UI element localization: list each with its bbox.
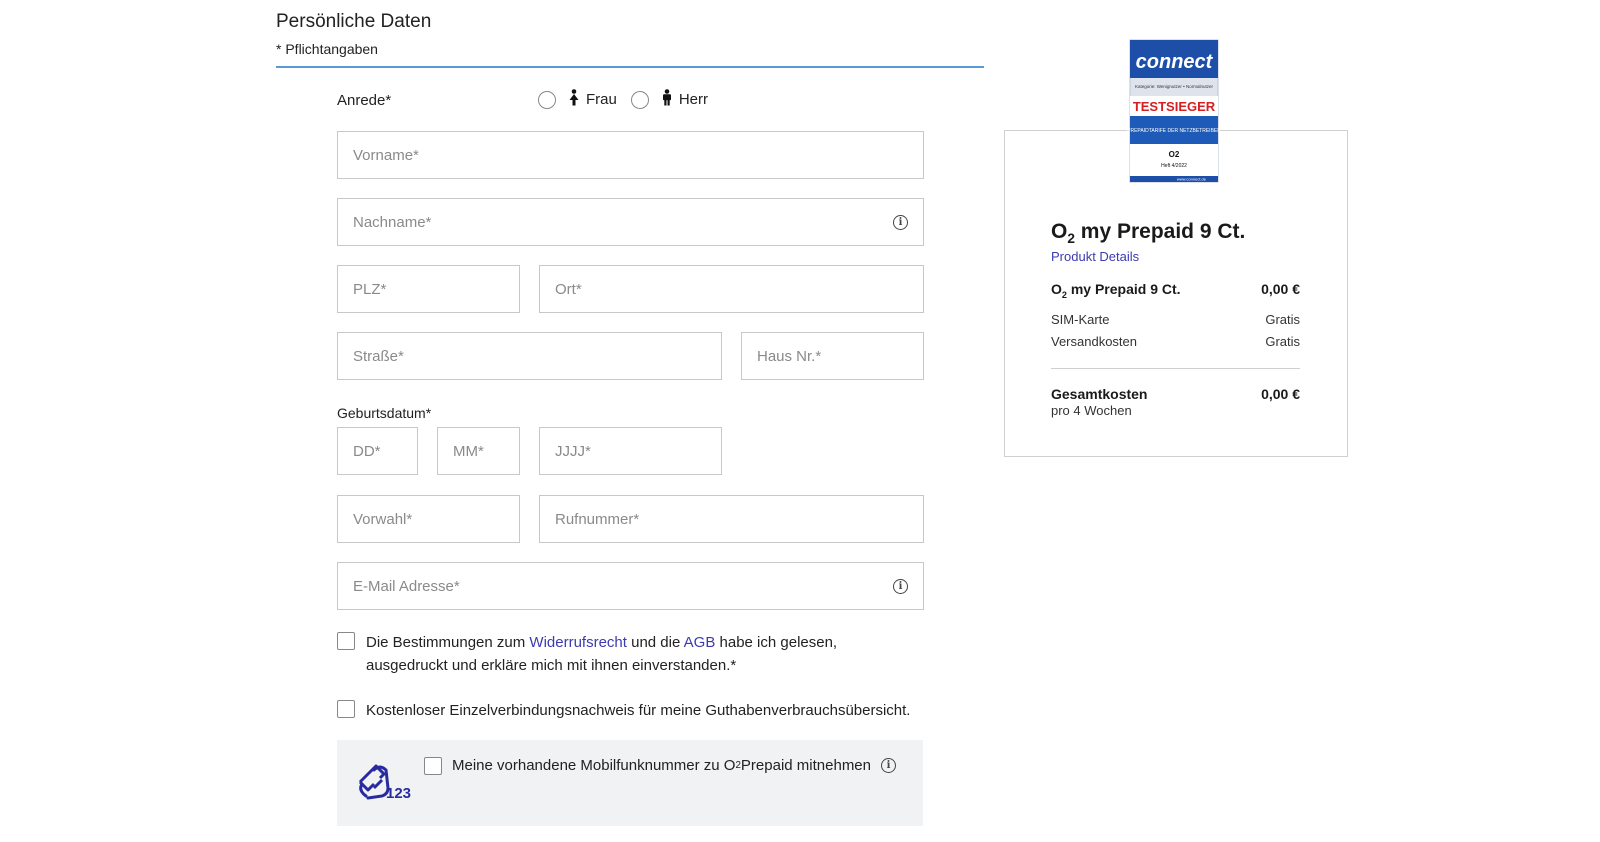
product-title-rest: my Prepaid 9 Ct. bbox=[1074, 220, 1246, 243]
itemized-bill-checkbox[interactable] bbox=[337, 700, 355, 718]
sim-label: SIM-Karte bbox=[1051, 312, 1110, 327]
birth-day-input[interactable]: DD* bbox=[337, 427, 418, 475]
house-number-placeholder: Haus Nr.* bbox=[757, 347, 822, 365]
street-placeholder: Straße* bbox=[353, 347, 404, 365]
shipping-row: Versandkosten Gratis bbox=[1051, 334, 1300, 349]
info-icon[interactable]: i bbox=[881, 758, 896, 773]
agb-link[interactable]: AGB bbox=[684, 634, 716, 651]
tariff-label: O2 my Prepaid 9 Ct. bbox=[1051, 281, 1181, 300]
total-label: Gesamtkosten bbox=[1051, 386, 1148, 402]
male-icon bbox=[661, 89, 673, 110]
salutation-radio-group: Frau Herr bbox=[538, 89, 722, 110]
phone-number-placeholder: Rufnummer* bbox=[555, 510, 640, 528]
info-icon[interactable]: i bbox=[893, 214, 908, 230]
radio-herr[interactable] bbox=[630, 90, 649, 109]
email-placeholder: E-Mail Adresse* bbox=[353, 577, 460, 595]
number-porting-panel bbox=[337, 740, 923, 826]
info-icon[interactable]: i bbox=[893, 578, 908, 594]
required-note: * Pflichtangaben bbox=[276, 41, 378, 57]
zip-placeholder: PLZ* bbox=[353, 280, 387, 298]
area-code-placeholder: Vorwahl* bbox=[353, 510, 413, 528]
badge-subject: PREPAIDTARIFE DER NETZBETREIBER bbox=[1127, 128, 1221, 134]
tariff-label-rest: my Prepaid 9 Ct. bbox=[1066, 281, 1181, 297]
sim-price: Gratis bbox=[1265, 312, 1300, 327]
product-details-link[interactable]: Produkt Details bbox=[1051, 249, 1139, 264]
email-input[interactable]: E-Mail Adresse* i bbox=[337, 562, 924, 610]
lastname-input[interactable]: Nachname* i bbox=[337, 198, 924, 246]
tariff-label-prefix: O bbox=[1051, 281, 1062, 297]
number-porting-checkbox[interactable] bbox=[424, 757, 442, 775]
total-price: 0,00 € bbox=[1261, 386, 1300, 402]
summary-divider bbox=[1051, 368, 1300, 369]
terms-checkbox[interactable] bbox=[337, 632, 355, 650]
female-icon bbox=[568, 89, 580, 110]
product-title-prefix: O bbox=[1051, 220, 1068, 243]
product-title: O2 my Prepaid 9 Ct. bbox=[1051, 220, 1245, 246]
number-porting-icon-label: 123 bbox=[386, 785, 412, 802]
shipping-label: Versandkosten bbox=[1051, 334, 1138, 349]
section-divider bbox=[276, 66, 984, 68]
terms-text-post: habe ich gelesen, bbox=[715, 634, 838, 651]
birth-day-placeholder: DD* bbox=[353, 442, 381, 460]
itemized-bill-text: Kostenloser Einzelverbindungsnachweis fü… bbox=[366, 702, 911, 719]
sim-row: SIM-Karte Gratis bbox=[1051, 312, 1300, 327]
withdrawal-link[interactable]: Widerrufsrecht bbox=[529, 634, 627, 651]
phone-number-input[interactable]: Rufnummer* bbox=[539, 495, 924, 543]
terms-text-mid: und die bbox=[626, 634, 684, 651]
lastname-placeholder: Nachname* bbox=[353, 213, 432, 231]
radio-herr-label[interactable]: Herr bbox=[679, 91, 708, 108]
badge-operator: O2 bbox=[1169, 150, 1180, 159]
city-input[interactable]: Ort* bbox=[539, 265, 924, 313]
badge-site: www.connect.de bbox=[1177, 177, 1207, 182]
test-winner-badge: connect Kategorie: Wenignutzer • Normaln… bbox=[1126, 36, 1222, 186]
firstname-placeholder: Vorname* bbox=[353, 146, 419, 164]
zip-input[interactable]: PLZ* bbox=[337, 265, 520, 313]
birth-month-input[interactable]: MM* bbox=[437, 427, 520, 475]
radio-frau[interactable] bbox=[538, 90, 556, 109]
shipping-price: Gratis bbox=[1265, 334, 1300, 349]
terms-text-pre: Die Bestimmungen zum bbox=[366, 634, 530, 651]
radio-frau-label[interactable]: Frau bbox=[586, 91, 617, 108]
tariff-row: O2 my Prepaid 9 Ct. 0,00 € bbox=[1051, 281, 1300, 300]
birth-year-placeholder: JJJJ* bbox=[555, 442, 591, 460]
badge-award: TESTSIEGER bbox=[1133, 99, 1216, 114]
number-porting-text-pre: Meine vorhandene Mobilfunknummer zu O bbox=[452, 757, 736, 774]
birthdate-label: Geburtsdatum* bbox=[337, 405, 432, 421]
badge-issue: Heft 4/2022 bbox=[1161, 163, 1187, 169]
section-title: Persönliche Daten bbox=[276, 11, 432, 32]
terms-text: Die Bestimmungen zum Widerrufsrecht und … bbox=[366, 631, 926, 677]
number-porting-text-post: Prepaid mitnehmen bbox=[740, 757, 871, 774]
firstname-input[interactable]: Vorname* bbox=[337, 131, 924, 179]
number-porting-text: Meine vorhandene Mobilfunknummer zu O2 P… bbox=[452, 757, 896, 774]
badge-brand: connect bbox=[1136, 51, 1214, 73]
salutation-label: Anrede* bbox=[337, 92, 392, 109]
area-code-input[interactable]: Vorwahl* bbox=[337, 495, 520, 543]
city-placeholder: Ort* bbox=[555, 280, 582, 298]
terms-text-line2: ausgedruckt und erkläre mich mit ihnen e… bbox=[366, 657, 737, 674]
badge-category: Kategorie: Wenignutzer • Normalnutzer bbox=[1135, 84, 1214, 89]
street-input[interactable]: Straße* bbox=[337, 332, 722, 380]
total-row: Gesamtkosten 0,00 € bbox=[1051, 386, 1300, 402]
birth-month-placeholder: MM* bbox=[453, 442, 484, 460]
tariff-price: 0,00 € bbox=[1261, 281, 1300, 297]
product-title-sub: 2 bbox=[1067, 231, 1075, 247]
house-number-input[interactable]: Haus Nr.* bbox=[741, 332, 924, 380]
birth-year-input[interactable]: JJJJ* bbox=[539, 427, 722, 475]
total-period: pro 4 Wochen bbox=[1051, 403, 1132, 418]
